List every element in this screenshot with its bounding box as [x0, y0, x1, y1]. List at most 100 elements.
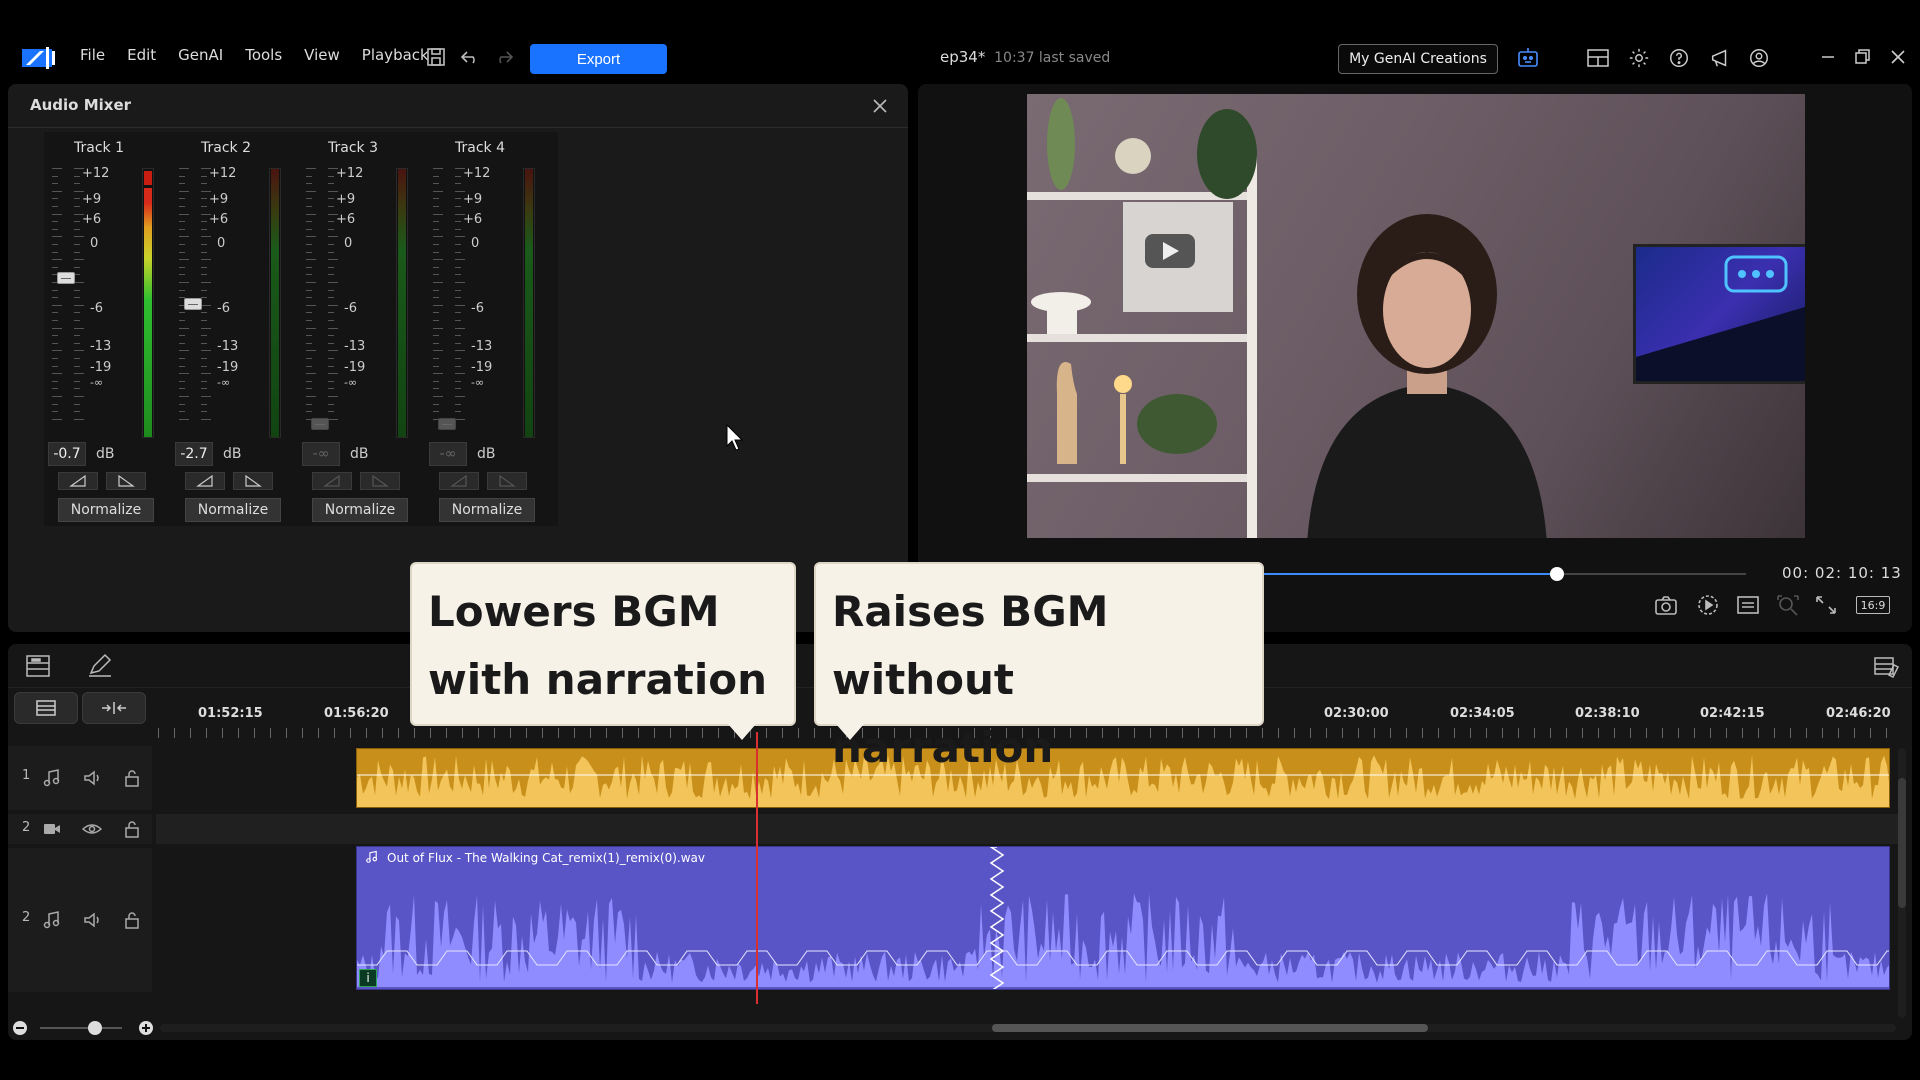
scale-tick — [306, 183, 366, 185]
callout-raises-bgm: Raises BGM without narration — [814, 562, 1264, 772]
mixer-channels: Track 1 +12 +9 +6 0 -6 -13 -19 -∞ -0.7 dB Normaliz… — [44, 132, 558, 526]
volume-fader[interactable] — [57, 272, 75, 285]
help-icon[interactable] — [1668, 47, 1690, 69]
fade-out-button[interactable] — [233, 472, 273, 490]
fade-in-button[interactable] — [58, 472, 98, 490]
music-note-icon — [43, 769, 60, 787]
project-title: ep34* 10:37 last saved — [940, 48, 1110, 66]
unlock-icon[interactable] — [122, 768, 142, 788]
unlock-icon[interactable] — [122, 819, 142, 839]
play-mode-icon[interactable] — [1696, 594, 1720, 616]
scale-tick — [433, 297, 493, 299]
track-number: 2 — [22, 820, 31, 835]
fit-timeline-button[interactable] — [82, 692, 146, 724]
eye-icon[interactable] — [82, 819, 102, 839]
scrollbar-thumb[interactable] — [992, 1024, 1428, 1032]
fade-in-button[interactable] — [439, 472, 479, 490]
fade-out-button[interactable] — [106, 472, 146, 490]
fullscreen-icon[interactable] — [1814, 594, 1838, 616]
scale-label: +12 — [463, 166, 491, 181]
speaker-icon[interactable] — [82, 910, 102, 930]
playhead[interactable] — [756, 732, 758, 1004]
fade-in-icon — [196, 474, 213, 487]
normalize-button[interactable]: Normalize — [185, 498, 281, 522]
info-icon[interactable]: i — [359, 969, 377, 987]
save-icon[interactable] — [424, 45, 448, 69]
menu-view[interactable]: View — [304, 46, 340, 64]
video-preview[interactable] — [1027, 94, 1805, 538]
callout-line: with narration — [428, 655, 768, 704]
normalize-button[interactable]: Normalize — [58, 498, 154, 522]
fade-out-icon — [245, 474, 262, 487]
scale-tick — [306, 358, 366, 359]
scale-tick — [433, 403, 493, 405]
scale-tick — [433, 228, 493, 230]
add-track-button[interactable] — [14, 692, 78, 724]
db-value-field[interactable]: -∞ — [429, 442, 467, 466]
scale-tick — [52, 244, 112, 245]
scale-tick — [52, 418, 112, 420]
announcement-icon[interactable] — [1708, 47, 1732, 69]
volume-fader[interactable] — [184, 298, 202, 311]
close-icon[interactable] — [1888, 47, 1908, 67]
timeline-horizontal-scrollbar[interactable] — [160, 1024, 1896, 1032]
volume-fader[interactable] — [438, 418, 456, 430]
menu-playback[interactable]: Playback — [362, 46, 429, 64]
edit-icon[interactable] — [86, 653, 114, 679]
menu-edit[interactable]: Edit — [127, 46, 156, 64]
genai-assistant-icon[interactable] — [1516, 45, 1540, 69]
db-value-field[interactable]: -0.7 — [48, 442, 86, 466]
zoom-out-icon[interactable] — [12, 1020, 28, 1036]
normalize-button[interactable]: Normalize — [312, 498, 408, 522]
fade-out-button[interactable] — [487, 472, 527, 490]
db-value-field[interactable]: -∞ — [302, 442, 340, 466]
menu-file[interactable]: File — [80, 46, 105, 64]
timeline-vertical-scrollbar[interactable] — [1898, 748, 1906, 1018]
app-logo-icon[interactable] — [22, 47, 58, 69]
scrollbar-thumb[interactable] — [1898, 778, 1906, 908]
snapshot-icon[interactable] — [1654, 594, 1678, 616]
audio-mixer-title: Audio Mixer — [30, 96, 132, 114]
menu-genai[interactable]: GenAI — [178, 46, 223, 64]
zoom-in-icon[interactable] — [138, 1020, 154, 1036]
my-genai-creations-button[interactable]: My GenAI Creations — [1338, 44, 1498, 74]
preview-progress-bar[interactable] — [1262, 567, 1746, 581]
db-value-field[interactable]: -2.7 — [175, 442, 213, 466]
redo-icon[interactable] — [492, 45, 516, 69]
scale-label: +9 — [336, 192, 356, 207]
scale-tick — [306, 335, 366, 337]
fade-in-button[interactable] — [185, 472, 225, 490]
track-lane-video-2[interactable] — [156, 814, 1900, 844]
gear-icon[interactable] — [1628, 47, 1650, 69]
zoom-slider-knob[interactable] — [88, 1021, 102, 1035]
zoom-icon[interactable] — [1776, 594, 1800, 616]
volume-fader[interactable] — [311, 418, 329, 430]
scale-tick — [306, 259, 366, 261]
audio-clip-track-2[interactable]: Out of Flux - The Walking Cat_remix(1)_r… — [356, 846, 1890, 990]
restore-icon[interactable] — [1852, 47, 1872, 67]
menu-tools[interactable]: Tools — [245, 46, 282, 64]
undo-icon[interactable] — [458, 45, 482, 69]
unlock-icon[interactable] — [122, 910, 142, 930]
db-unit-label: dB — [477, 446, 496, 462]
fade-out-button[interactable] — [360, 472, 400, 490]
fade-in-button[interactable] — [312, 472, 352, 490]
aspect-ratio-button[interactable]: 16:9 — [1856, 596, 1890, 614]
scale-tick — [179, 335, 239, 337]
normalize-button[interactable]: Normalize — [439, 498, 535, 522]
timeline-settings-icon[interactable] — [1872, 653, 1900, 679]
scale-label: +9 — [209, 192, 229, 207]
zoom-slider[interactable] — [40, 1021, 122, 1035]
speaker-icon[interactable] — [82, 768, 102, 788]
subtitles-icon[interactable] — [1736, 594, 1760, 616]
track-manager-icon[interactable] — [24, 653, 52, 679]
export-button[interactable]: Export — [530, 44, 667, 74]
minimize-icon[interactable] — [1818, 47, 1838, 67]
scale-tick — [433, 259, 493, 261]
layout-icon[interactable] — [1586, 47, 1610, 69]
close-icon[interactable] — [870, 96, 890, 116]
scale-label: -13 — [471, 339, 493, 354]
account-icon[interactable] — [1748, 47, 1770, 69]
scale-tick — [52, 183, 112, 185]
scale-tick — [433, 327, 493, 329]
